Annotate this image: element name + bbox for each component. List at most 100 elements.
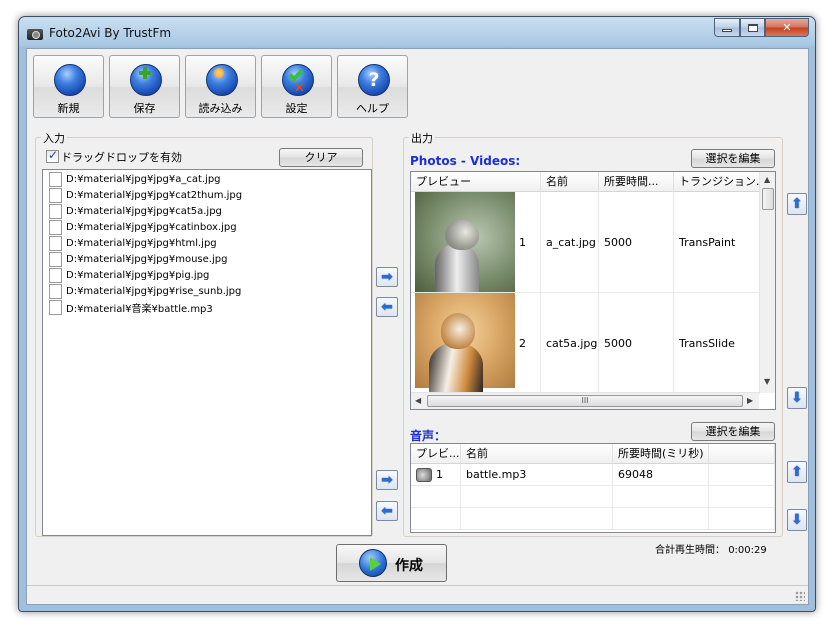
file-path: D:¥material¥jpg¥jpg¥a_cat.jpg xyxy=(66,173,221,185)
column-header-preview[interactable]: プレビュー xyxy=(411,172,541,192)
scroll-down-icon: ▼ xyxy=(764,377,771,386)
photos-grid-header: プレビュー 名前 所要時間... トランジション... xyxy=(411,172,760,192)
photo-row[interactable]: 2 cat5a.jpg 5000 TransSlide xyxy=(411,293,760,394)
load-label: 読み込み xyxy=(198,102,243,115)
file-path: D:¥material¥音楽¥battle.mp3 xyxy=(66,303,213,315)
arrow-right-icon: ➡ xyxy=(381,269,393,285)
title-bar[interactable]: Foto2Avi By TrustFm ✕ xyxy=(19,17,815,47)
file-path: D:¥material¥jpg¥jpg¥pig.jpg xyxy=(66,269,210,281)
make-button[interactable]: 作成 xyxy=(336,544,447,582)
new-button[interactable]: 新規 xyxy=(33,55,104,118)
dragdrop-checkbox[interactable] xyxy=(46,148,59,163)
settings-icon: ✕ xyxy=(282,64,314,96)
add-to-audio-button[interactable]: ➡ xyxy=(376,470,398,490)
save-label: 保存 xyxy=(133,102,156,115)
file-list-item[interactable]: D:¥material¥jpg¥jpg¥cat2thum.jpg xyxy=(43,187,371,203)
file-list-item[interactable]: D:¥material¥音楽¥battle.mp3 xyxy=(43,299,371,315)
dragdrop-label: ドラッグドロップを有効 xyxy=(61,151,182,164)
move-audio-down-button[interactable]: ⬇ xyxy=(787,509,807,531)
load-button[interactable]: 読み込み xyxy=(185,55,256,118)
minimize-button[interactable] xyxy=(714,18,740,37)
settings-label: 設定 xyxy=(285,102,308,115)
file-icon xyxy=(49,187,62,203)
scroll-left-icon: ◀ xyxy=(415,396,422,405)
arrow-right-icon: ➡ xyxy=(381,472,393,488)
help-label: ヘルプ xyxy=(356,102,389,115)
help-button[interactable]: ? ヘルプ xyxy=(337,55,408,118)
clear-button[interactable]: クリア xyxy=(279,148,363,167)
app-window: Foto2Avi By TrustFm ✕ 新規 保存 読み込み ✕ 設定 ? … xyxy=(18,16,816,612)
column-header-duration[interactable]: 所要時間... xyxy=(599,172,674,192)
client-area: 新規 保存 読み込み ✕ 設定 ? ヘルプ 入力 ドラッグドロップを有効 クリア xyxy=(26,48,809,605)
audio-extra xyxy=(709,464,775,485)
cross-icon: ✕ xyxy=(294,81,305,96)
audio-preview-cell: 1 xyxy=(411,464,461,485)
edit-audio-selection-button[interactable]: 選択を編集 xyxy=(691,422,775,441)
audio-duration: 69048 xyxy=(613,464,709,485)
file-icon xyxy=(49,283,62,299)
photos-horizontal-scrollbar[interactable]: ◀ III ▶ xyxy=(411,392,759,409)
column-header-preview[interactable]: プレビ... xyxy=(411,444,461,464)
remove-from-photos-button[interactable]: ⬅ xyxy=(376,297,398,317)
audio-empty-row xyxy=(411,486,775,508)
photo-transition: TransSlide xyxy=(674,293,760,393)
close-button[interactable]: ✕ xyxy=(765,18,809,37)
column-header-transition[interactable]: トランジション... xyxy=(674,172,760,192)
save-button[interactable]: 保存 xyxy=(109,55,180,118)
scroll-up-icon: ▲ xyxy=(764,175,771,184)
scroll-right-icon: ▶ xyxy=(747,396,754,405)
resize-grip[interactable] xyxy=(795,591,805,601)
cat-thumbnail-image xyxy=(415,293,515,393)
total-duration-value: 0:00:29 xyxy=(728,545,767,556)
scroll-thumb[interactable] xyxy=(762,188,774,210)
file-list-item[interactable]: D:¥material¥jpg¥jpg¥cat5a.jpg xyxy=(43,203,371,219)
input-file-list[interactable]: D:¥material¥jpg¥jpg¥a_cat.jpg D:¥material… xyxy=(42,169,372,536)
photos-section-title: Photos - Videos: xyxy=(410,154,521,168)
camera-icon xyxy=(27,29,43,40)
arrow-left-icon: ⬅ xyxy=(381,503,393,519)
file-list-item[interactable]: D:¥material¥jpg¥jpg¥a_cat.jpg xyxy=(43,171,371,187)
scroll-thumb[interactable]: III xyxy=(427,395,743,407)
file-list-item[interactable]: D:¥material¥jpg¥jpg¥mouse.jpg xyxy=(43,251,371,267)
audio-section-title: 音声： xyxy=(410,429,447,443)
file-list-item[interactable]: D:¥material¥jpg¥jpg¥rise_sunb.jpg xyxy=(43,283,371,299)
load-icon xyxy=(206,64,238,96)
move-photo-up-button[interactable]: ⬆ xyxy=(787,193,807,215)
file-path: D:¥material¥jpg¥jpg¥cat5a.jpg xyxy=(66,205,222,217)
file-icon xyxy=(49,203,62,219)
column-header-name[interactable]: 名前 xyxy=(541,172,599,192)
column-header-duration[interactable]: 所要時間(ミリ秒) xyxy=(613,444,709,464)
file-list-item[interactable]: D:¥material¥jpg¥jpg¥html.jpg xyxy=(43,235,371,251)
file-path: D:¥material¥jpg¥jpg¥rise_sunb.jpg xyxy=(66,285,242,297)
settings-button[interactable]: ✕ 設定 xyxy=(261,55,332,118)
window-title: Foto2Avi By TrustFm xyxy=(49,26,172,40)
plus-icon xyxy=(139,67,151,79)
audio-row[interactable]: 1 battle.mp3 69048 xyxy=(411,464,775,486)
edit-photos-selection-button[interactable]: 選択を編集 xyxy=(691,149,775,168)
audio-index: 1 xyxy=(436,468,443,481)
add-to-photos-button[interactable]: ➡ xyxy=(376,267,398,287)
total-duration-label: 合計再生時間： xyxy=(655,545,725,556)
file-icon xyxy=(49,251,62,267)
new-icon xyxy=(54,64,86,96)
arrow-up-icon: ⬆ xyxy=(791,464,803,480)
photos-vertical-scrollbar[interactable]: ▲ ▼ xyxy=(759,172,775,393)
audio-grid[interactable]: プレビ... 名前 所要時間(ミリ秒) 1 battle.mp3 69048 xyxy=(410,443,776,533)
column-header-name[interactable]: 名前 xyxy=(461,444,613,464)
file-icon xyxy=(49,299,62,315)
remove-from-audio-button[interactable]: ⬅ xyxy=(376,501,398,521)
speaker-icon xyxy=(416,467,432,482)
maximize-icon xyxy=(747,23,758,32)
move-audio-up-button[interactable]: ⬆ xyxy=(787,461,807,483)
file-list-item[interactable]: D:¥material¥jpg¥jpg¥pig.jpg xyxy=(43,267,371,283)
output-group-title: 出力 xyxy=(409,130,435,146)
file-list-item[interactable]: D:¥material¥jpg¥jpg¥catinbox.jpg xyxy=(43,219,371,235)
save-icon xyxy=(130,64,162,96)
maximize-button[interactable] xyxy=(740,18,765,37)
star-icon xyxy=(214,68,224,78)
column-header-extra[interactable] xyxy=(709,444,775,464)
photos-grid[interactable]: プレビュー 名前 所要時間... トランジション... 1 a_cat.jpg … xyxy=(410,171,776,410)
move-photo-down-button[interactable]: ⬇ xyxy=(787,387,807,409)
close-icon: ✕ xyxy=(782,21,792,34)
photo-row[interactable]: 1 a_cat.jpg 5000 TransPaint xyxy=(411,192,760,293)
